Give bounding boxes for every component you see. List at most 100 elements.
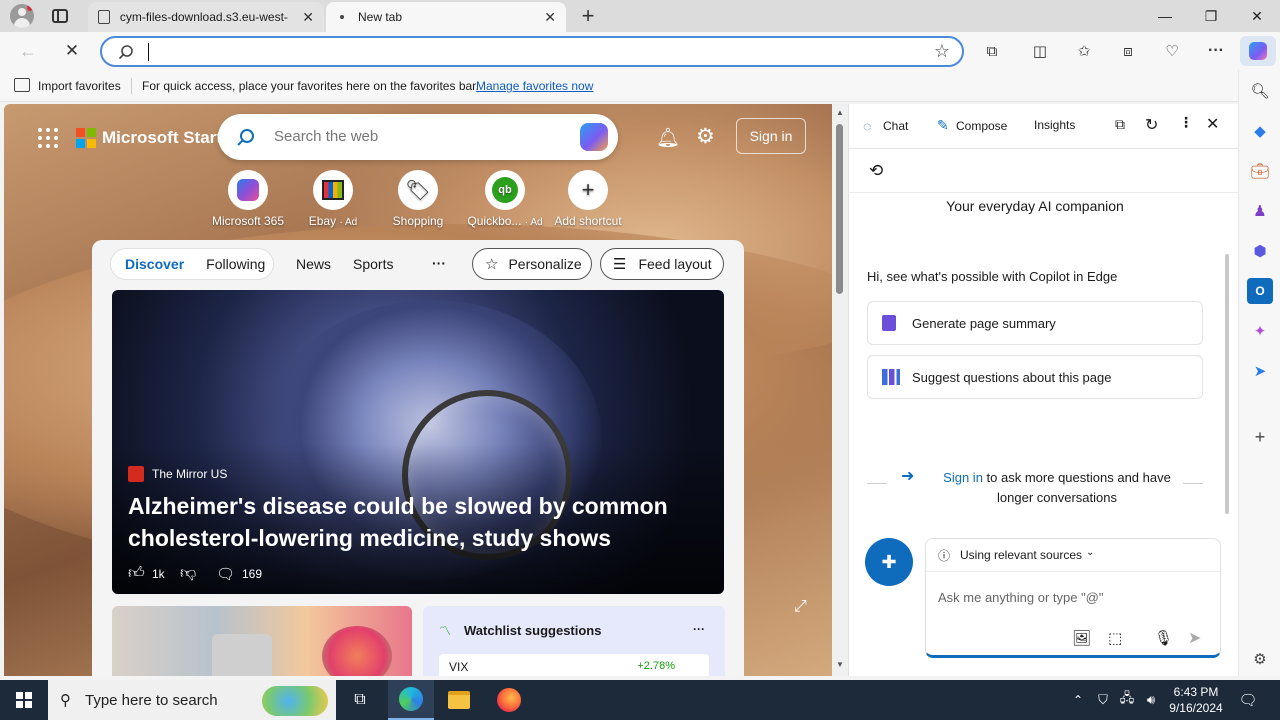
tab-news[interactable]: News [296,256,331,272]
notifications-bell-icon[interactable]: 🔔︎ [656,126,680,150]
task-view-icon[interactable]: ⧉ [338,680,382,720]
taskbar-edge-icon[interactable] [388,680,434,720]
open-in-new-icon[interactable]: ⧉ [1115,116,1125,133]
signin-button[interactable]: Sign in [736,118,806,154]
page-scrollbar[interactable]: ▲ ▼ [832,104,848,676]
tab-following[interactable]: Following [206,256,265,272]
tab-actions-icon[interactable] [52,9,68,23]
web-search-box[interactable]: Search the web [218,114,618,160]
copilot-icon[interactable] [1240,36,1276,66]
sidebar-outlook-icon[interactable]: O [1247,278,1273,304]
extensions-icon[interactable]: ⧉ [980,40,1004,62]
send-icon[interactable]: ➤ [1188,628,1201,648]
feed-layout-button[interactable]: ☰ Feed layout [600,248,724,280]
performance-icon[interactable]: ♡ [1160,40,1184,62]
favorites-icon[interactable]: ✩ [1072,40,1096,62]
tab-insights[interactable]: Insights [1034,118,1075,132]
import-favorites-button[interactable]: Import favorites [38,79,121,93]
clock[interactable]: 6:43 PM 9/16/2024 [1164,680,1228,720]
address-input[interactable] [148,43,908,61]
notifications-icon[interactable]: 🗨︎ [1236,680,1260,720]
scroll-down-icon[interactable]: ▼ [836,660,844,669]
watchlist-more-button[interactable]: ··· [693,622,705,636]
signin-link[interactable]: Sign in [943,470,983,485]
new-chat-button[interactable]: ✚ [865,538,913,586]
tray-app-icon[interactable]: ⛉ [1092,680,1114,720]
maximize-button[interactable]: ❐ [1188,0,1234,32]
tab-cym-files[interactable]: cym-files-download.s3.eu-west- ✕ [88,2,324,32]
comment-icon[interactable]: 🗨︎ [216,565,235,583]
close-pane-icon[interactable]: ✕ [1206,114,1219,134]
scroll-thumb[interactable] [836,124,843,294]
article-source[interactable]: The Mirror US [152,467,227,481]
dislike-icon[interactable]: 👎︎ [180,564,196,583]
shortcut-ebay[interactable]: Ebay · Ad [288,170,378,228]
address-bar[interactable]: ☆ [100,36,964,67]
chat-input[interactable]: Ask me anything or type "@" [938,590,1104,605]
collections-icon[interactable]: ⧈ [1116,40,1140,62]
sidebar-tools-icon[interactable]: 💼︎ [1247,158,1273,184]
new-tab-button[interactable]: + [576,2,600,30]
watchlist-card[interactable]: 〽 Watchlist suggestions ··· VIX +2.78% [423,606,725,676]
shortcut-add[interactable]: + Add shortcut [543,170,633,228]
sidebar-designer-icon[interactable]: ✦ [1247,318,1273,344]
history-icon[interactable]: ⟲ [869,161,883,181]
tab-compose[interactable]: Compose [956,119,1007,133]
apps-grid-icon[interactable] [38,128,58,148]
tab-discover[interactable]: Discover [125,256,184,272]
close-tab-icon[interactable]: ✕ [544,9,556,26]
favorite-star-icon[interactable]: ☆ [934,41,950,62]
taskbar-firefox-icon[interactable] [486,680,532,720]
brand-title[interactable]: Microsoft Start [102,128,222,148]
shortcut-quickbooks[interactable]: qb Quickbo... · Ad [460,170,550,228]
expand-icon[interactable]: ⤢ [794,598,807,616]
sidebar-m365-icon[interactable]: ⬢ [1247,238,1273,264]
sidebar-drop-icon[interactable]: ➤ [1247,358,1273,384]
back-icon[interactable]: ← [16,40,40,62]
personalize-button[interactable]: ☆ Personalize [472,248,592,280]
tab-new-tab[interactable]: New tab ✕ [326,2,566,32]
microphone-icon[interactable]: 🎙︎ [1154,629,1173,647]
screenshot-icon[interactable]: ⬚ [1108,629,1122,647]
sidebar-games-icon[interactable]: ♟ [1247,198,1273,224]
taskbar-explorer-icon[interactable] [436,680,482,720]
pane-more-icon[interactable]: ⋮ [1179,114,1193,131]
manage-favorites-link[interactable]: Manage favorites now [476,79,593,93]
refresh-icon[interactable]: ↻ [1145,115,1158,135]
shortcut-shopping[interactable]: 🏷︎ Shopping [373,170,463,228]
start-button[interactable] [0,680,48,720]
split-screen-icon[interactable]: ◫ [1028,40,1052,62]
chat-input-box[interactable]: ⓘ Using relevant sources ⌄ Ask me anythi… [925,538,1221,658]
suggest-questions-button[interactable]: Suggest questions about this page [867,355,1203,399]
chevron-down-icon[interactable]: ⌄ [1086,547,1094,558]
watchlist-row[interactable]: VIX +2.78% [439,654,709,676]
add-image-icon[interactable]: 🖼︎ [1072,629,1091,647]
volume-icon[interactable]: 🔊︎ [1140,680,1162,720]
like-icon[interactable]: 👍︎ [128,564,145,583]
scroll-up-icon[interactable]: ▲ [836,108,844,117]
article-headline[interactable]: Alzheimer's disease could be slowed by c… [128,490,688,554]
more-menu-icon[interactable]: ··· [1204,40,1228,62]
minimize-button[interactable]: — [1142,0,1188,32]
sidebar-search-icon[interactable]: 🔍︎ [1247,78,1273,104]
network-icon[interactable]: 🖧︎ [1116,680,1138,720]
sidebar-settings-icon[interactable]: ⚙ [1247,646,1273,672]
close-tab-icon[interactable]: ✕ [302,9,314,26]
copilot-search-icon[interactable] [580,123,608,151]
promo-card-image[interactable] [112,606,412,676]
more-tabs-button[interactable]: ··· [432,255,446,271]
sidebar-tag-icon[interactable]: ◆ [1247,118,1273,144]
pane-scrollbar[interactable] [1225,254,1229,514]
sidebar-add-icon[interactable]: + [1247,424,1273,450]
stop-loading-icon[interactable]: ✕ [60,40,84,62]
tab-sports[interactable]: Sports [353,256,393,272]
settings-gear-icon[interactable]: ⚙ [696,124,715,149]
tab-chat[interactable]: Chat [883,119,908,133]
show-hidden-icons[interactable]: ⌃ [1068,680,1088,720]
hero-article-card[interactable]: The Mirror US Alzheimer's disease could … [112,290,724,594]
profile-icon[interactable] [10,4,34,28]
generate-summary-button[interactable]: Generate page summary [867,301,1203,345]
sources-dropdown[interactable]: Using relevant sources [960,548,1082,562]
close-window-button[interactable]: ✕ [1234,0,1280,32]
shortcut-microsoft-365[interactable]: Microsoft 365 [203,170,293,228]
